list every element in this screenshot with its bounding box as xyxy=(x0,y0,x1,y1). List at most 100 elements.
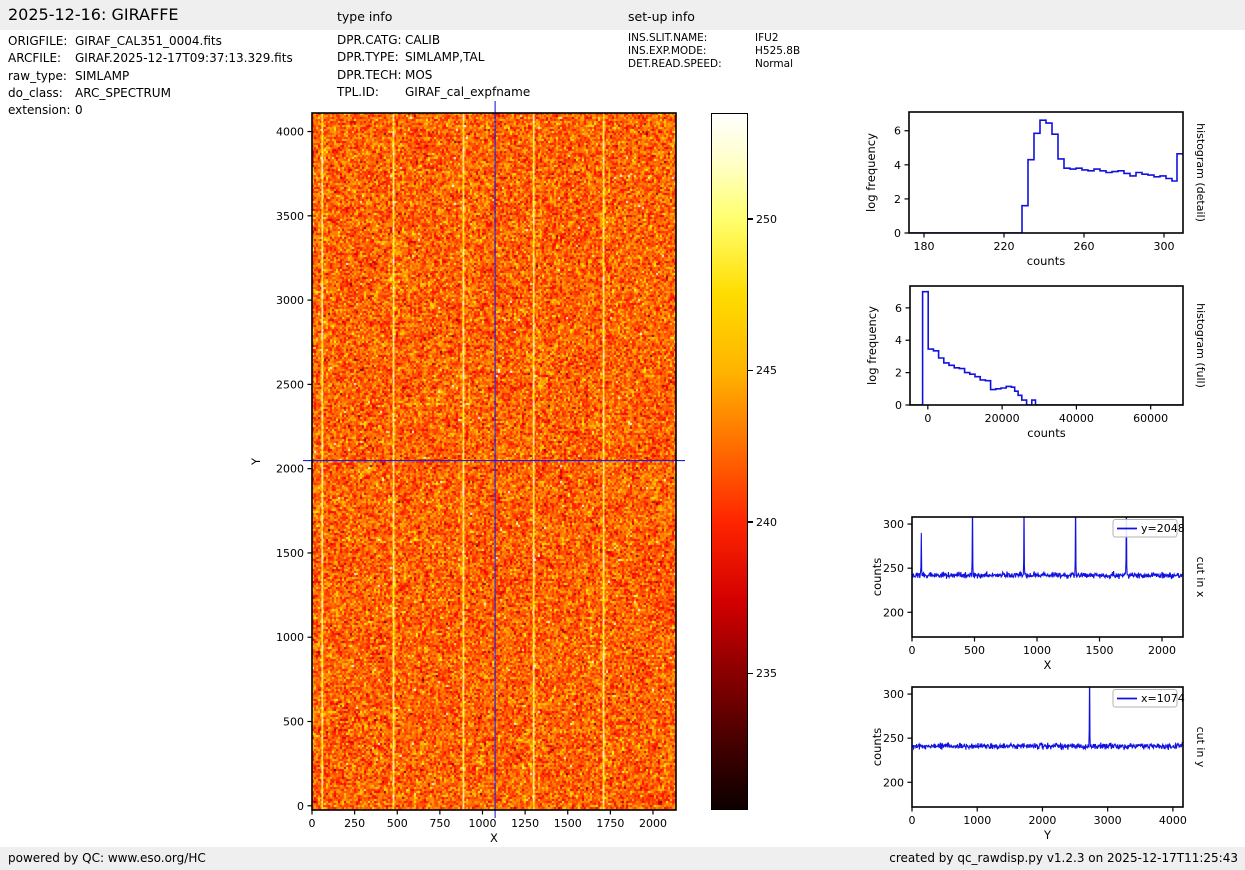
series-line xyxy=(909,120,1183,233)
y-tick-label: 300 xyxy=(883,518,904,531)
y-tick-label: 500 xyxy=(283,716,304,729)
series-line xyxy=(912,498,1183,579)
x-tick-label: 40000 xyxy=(1059,412,1094,425)
x-tick-label: 1250 xyxy=(511,817,539,830)
right-axis-label: histogram (full) xyxy=(1194,303,1207,388)
right-axis-label: cut in y xyxy=(1194,727,1207,768)
x-tick-label: 3000 xyxy=(1094,814,1122,827)
cut-in-x-plot: 0500100015002000200250300Xcountscut in x… xyxy=(912,517,1183,637)
info-value: Normal xyxy=(755,58,793,70)
page-title: 2025-12-16: GIRAFFE xyxy=(8,5,179,24)
x-tick-label: 180 xyxy=(914,240,935,253)
x-axis-label: counts xyxy=(1027,254,1065,268)
colorbar-tick-label: 245 xyxy=(756,365,777,376)
x-axis-label: Y xyxy=(1043,828,1052,842)
info-row: TPL.ID:GIRAF_cal_expfname xyxy=(337,85,379,99)
x-tick-label: 500 xyxy=(964,644,985,657)
y-tick-label: 2500 xyxy=(276,378,304,391)
y-tick-label: 6 xyxy=(895,302,902,315)
info-label: ARCFILE: xyxy=(8,51,61,65)
y-tick-label: 4000 xyxy=(276,126,304,139)
y-tick-label: 250 xyxy=(883,732,904,745)
histogram-full-plot: 02000040000600000246countslog frequencyh… xyxy=(910,286,1183,405)
x-tick-label: 0 xyxy=(909,644,916,657)
x-tick-label: 1000 xyxy=(963,814,991,827)
info-row: INS.SLIT.NAME:IFU2 xyxy=(628,32,707,44)
info-label: DPR.TECH: xyxy=(337,68,402,82)
info-value: CALIB xyxy=(405,33,440,47)
axes-frame xyxy=(312,113,676,810)
info-value: SIMLAMP,TAL xyxy=(405,50,484,64)
y-axis-label: counts xyxy=(870,558,884,596)
x-tick-label: 0 xyxy=(924,412,931,425)
detector-image-plot: 0250500750100012501500175020000500100015… xyxy=(312,113,676,810)
info-row: DET.READ.SPEED:Normal xyxy=(628,58,722,70)
x-tick-label: 4000 xyxy=(1159,814,1187,827)
colorbar-tick xyxy=(748,521,753,523)
histogram-detail-plot: 1802202603000246countslog frequencyhisto… xyxy=(909,112,1183,233)
info-value: H525.8B xyxy=(755,45,800,57)
x-tick-label: 0 xyxy=(909,814,916,827)
info-value: 0 xyxy=(75,103,83,117)
y-tick-label: 3500 xyxy=(276,210,304,223)
y-tick-label: 0 xyxy=(895,399,902,412)
info-value: GIRAF.2025-12-17T09:37:13.329.fits xyxy=(75,51,293,65)
x-tick-label: 2000 xyxy=(639,817,667,830)
info-value: GIRAF_CAL351_0004.fits xyxy=(75,34,222,48)
x-tick-label: 1500 xyxy=(554,817,582,830)
cut-in-y-plot: 01000200030004000200250300Ycountscut in … xyxy=(912,687,1183,807)
x-tick-label: 260 xyxy=(1074,240,1095,253)
x-tick-label: 220 xyxy=(994,240,1015,253)
x-tick-label: 1000 xyxy=(1023,644,1051,657)
info-value: IFU2 xyxy=(755,32,779,44)
info-row: ORIGFILE:GIRAF_CAL351_0004.fits xyxy=(8,34,67,48)
y-tick-label: 2000 xyxy=(276,463,304,476)
footer-created-by: created by qc_rawdisp.py v1.2.3 on 2025-… xyxy=(889,851,1238,865)
axes-frame xyxy=(910,286,1183,405)
right-axis-label: histogram (detail) xyxy=(1194,123,1207,222)
colorbar-tick xyxy=(748,673,753,675)
info-label: raw_type: xyxy=(8,69,67,83)
y-tick-label: 200 xyxy=(883,606,904,619)
header-bar xyxy=(0,0,1245,30)
y-tick-label: 2 xyxy=(895,367,902,380)
x-tick-label: 1000 xyxy=(468,817,496,830)
info-row: DPR.TYPE:SIMLAMP,TAL xyxy=(337,50,399,64)
info-row: ARCFILE:GIRAF.2025-12-17T09:37:13.329.fi… xyxy=(8,51,61,65)
y-tick-label: 3000 xyxy=(276,294,304,307)
x-axis-label: X xyxy=(490,831,498,845)
info-label: do_class: xyxy=(8,86,63,100)
legend-label: x=1074 xyxy=(1141,692,1185,705)
info-label: DET.READ.SPEED: xyxy=(628,58,722,70)
y-axis-label: counts xyxy=(870,728,884,766)
qc-report-page: 2025-12-16: GIRAFFE type info set-up inf… xyxy=(0,0,1245,870)
info-row: extension:0 xyxy=(8,103,71,117)
x-axis-label: X xyxy=(1044,658,1052,672)
y-axis-label: Y xyxy=(249,457,263,466)
x-tick-label: 60000 xyxy=(1133,412,1168,425)
x-tick-label: 0 xyxy=(309,817,316,830)
x-tick-label: 750 xyxy=(429,817,450,830)
x-tick-label: 1500 xyxy=(1086,644,1114,657)
info-value: SIMLAMP xyxy=(75,69,129,83)
series-line xyxy=(910,292,1183,405)
info-row: INS.EXP.MODE:H525.8B xyxy=(628,45,706,57)
x-tick-label: 500 xyxy=(387,817,408,830)
y-tick-label: 4 xyxy=(895,334,902,347)
x-tick-label: 2000 xyxy=(1028,814,1056,827)
info-label: INS.SLIT.NAME: xyxy=(628,32,707,44)
info-row: DPR.TECH:MOS xyxy=(337,68,402,82)
info-label: ORIGFILE: xyxy=(8,34,67,48)
type-info-heading: type info xyxy=(337,9,392,24)
y-tick-label: 4 xyxy=(894,159,901,172)
info-row: do_class:ARC_SPECTRUM xyxy=(8,86,63,100)
colorbar-tick-label: 250 xyxy=(756,214,777,225)
footer-powered-by-link[interactable]: powered by QC: www.eso.org/HC xyxy=(8,851,206,865)
series-line xyxy=(912,668,1183,751)
info-value: ARC_SPECTRUM xyxy=(75,86,171,100)
colorbar-tick xyxy=(748,218,753,220)
x-axis-label: counts xyxy=(1027,426,1065,440)
y-tick-label: 200 xyxy=(883,776,904,789)
y-tick-label: 300 xyxy=(883,688,904,701)
x-tick-label: 1750 xyxy=(596,817,624,830)
